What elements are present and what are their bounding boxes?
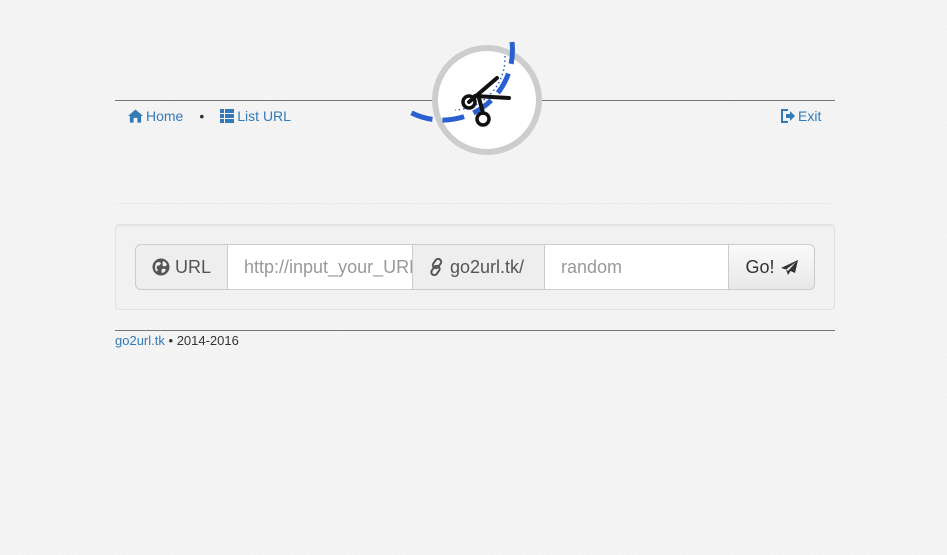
shortener-panel: URL http://input_your_URL go2url.tk/ ran…	[115, 224, 835, 310]
domain-addon: go2url.tk/	[413, 244, 545, 290]
logo	[406, 41, 542, 155]
nav-separator: •	[199, 108, 205, 124]
footer-years: 2014-2016	[176, 333, 239, 348]
nav-home-link[interactable]: Home	[128, 108, 183, 124]
footer-separator: •	[168, 333, 174, 348]
go-button-label: Go!	[745, 256, 775, 277]
exit-label: Exit	[798, 108, 822, 124]
globe-icon	[152, 258, 170, 276]
url-addon: URL	[135, 244, 228, 290]
exit-link[interactable]: Exit	[780, 108, 821, 124]
footer-site-link[interactable]: go2url.tk	[115, 333, 165, 348]
send-icon	[780, 259, 798, 275]
url-addon-label: URL	[174, 256, 211, 277]
main-nav: Home • List URL	[128, 108, 291, 124]
nav-list-url-label: List URL	[237, 108, 291, 124]
url-input[interactable]: http://input_your_URL	[228, 244, 413, 290]
alias-input[interactable]: random	[545, 244, 729, 290]
section-divider	[115, 203, 835, 204]
link-icon	[430, 258, 443, 276]
shorten-form: URL http://input_your_URL go2url.tk/ ran…	[135, 244, 815, 290]
nav-home-label: Home	[146, 108, 184, 124]
list-icon	[220, 109, 235, 123]
nav-list-url-link[interactable]: List URL	[220, 108, 291, 124]
domain-addon-label: go2url.tk/	[450, 256, 525, 277]
exit-icon	[781, 109, 795, 123]
footer: go2url.tk • 2014-2016	[115, 333, 239, 348]
go-button[interactable]: Go!	[729, 244, 815, 290]
home-icon	[128, 109, 143, 123]
footer-divider	[115, 330, 835, 331]
